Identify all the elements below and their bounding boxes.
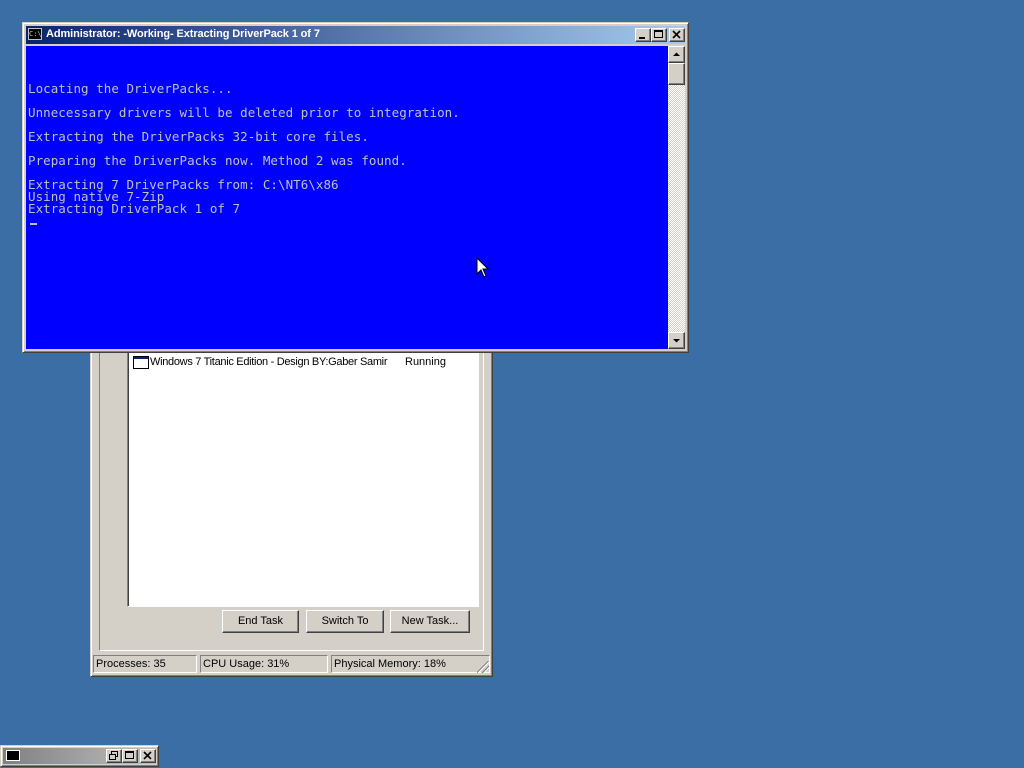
arrow-down-icon	[673, 339, 680, 343]
status-bar: Processes: 35 CPU Usage: 31% Physical Me…	[93, 655, 490, 674]
console-line: Extracting DriverPack 1 of 7	[28, 201, 241, 216]
task-name: Windows 7 Titanic Edition - Design BY:Ga…	[150, 356, 388, 368]
new-task-button[interactable]: New Task...	[390, 610, 470, 633]
restore-button[interactable]	[106, 749, 122, 763]
switch-to-button[interactable]: Switch To	[306, 610, 384, 633]
application-icon	[133, 356, 149, 369]
minimize-button[interactable]	[635, 28, 651, 42]
minimize-icon	[639, 37, 645, 39]
task-status: Running	[405, 356, 446, 368]
processes-count: Processes: 35	[93, 655, 197, 673]
console-line: Extracting the DriverPacks 32-bit core f…	[28, 129, 369, 144]
window-title: Administrator: -Working- Extracting Driv…	[46, 28, 320, 40]
arrow-up-icon	[673, 52, 680, 56]
task-list[interactable]: Windows 7 Titanic Edition - Design BY:Ga…	[127, 342, 479, 607]
end-task-button[interactable]: End Task	[222, 610, 299, 633]
minimized-window[interactable]	[0, 745, 159, 767]
physical-memory: Physical Memory: 18%	[331, 655, 490, 673]
scroll-up-button[interactable]	[668, 46, 685, 63]
cmd-icon[interactable]	[6, 750, 20, 761]
maximize-icon	[654, 30, 663, 38]
cpu-usage: CPU Usage: 31%	[200, 655, 328, 673]
close-button[interactable]	[669, 28, 685, 42]
scroll-thumb[interactable]	[668, 63, 685, 85]
restore-icon	[109, 751, 118, 760]
cmd-icon[interactable]: C:\	[28, 28, 42, 40]
console-line: Preparing the DriverPacks now. Method 2 …	[28, 153, 407, 168]
resize-grip-icon[interactable]	[477, 661, 489, 673]
task-row[interactable]: Windows 7 Titanic Edition - Design BY:Ga…	[132, 355, 474, 371]
title-bar[interactable]: C:\ Administrator: -Working- Extracting …	[26, 26, 685, 44]
maximize-button[interactable]	[122, 749, 138, 763]
close-icon	[672, 30, 681, 39]
scroll-down-button[interactable]	[668, 332, 685, 349]
console-line: Locating the DriverPacks...	[28, 81, 233, 96]
console-output[interactable]: Locating the DriverPacks... Unnecessary …	[26, 46, 668, 349]
console-line: Unnecessary drivers will be deleted prio…	[28, 105, 460, 120]
applications-tab-panel: Windows 7 Titanic Edition - Design BY:Ga…	[99, 341, 484, 651]
close-icon	[143, 751, 152, 760]
console-window: C:\ Administrator: -Working- Extracting …	[22, 22, 689, 353]
close-button[interactable]	[140, 749, 156, 763]
task-manager-window: Windows 7 Titanic Edition - Design BY:Ga…	[90, 340, 493, 677]
maximize-icon	[125, 751, 134, 759]
minimized-title-bar[interactable]	[3, 748, 156, 764]
text-cursor	[30, 223, 37, 225]
vertical-scrollbar[interactable]	[668, 46, 685, 349]
maximize-button[interactable]	[651, 28, 667, 42]
mouse-pointer-icon	[476, 257, 490, 278]
